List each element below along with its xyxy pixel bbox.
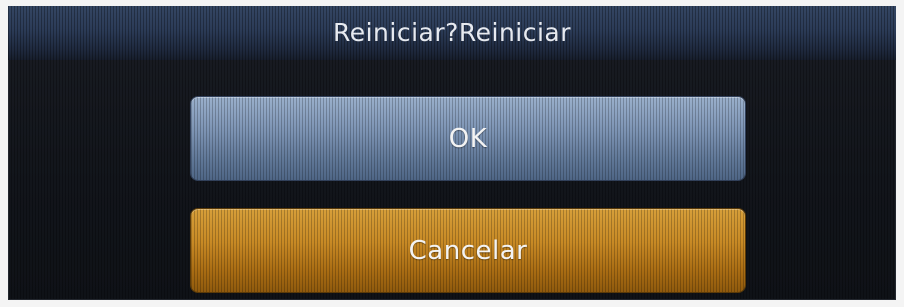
ok-button[interactable]: OK <box>191 97 745 180</box>
cancel-button[interactable]: Cancelar <box>191 209 745 292</box>
dialog-title: Reiniciar?Reiniciar <box>332 18 572 47</box>
ok-button-label: OK <box>448 123 488 154</box>
dialog-title-bar: Reiniciar?Reiniciar <box>8 6 896 60</box>
restart-dialog: Reiniciar?Reiniciar OK Cancelar <box>8 6 896 300</box>
cancel-button-label: Cancelar <box>408 235 528 266</box>
